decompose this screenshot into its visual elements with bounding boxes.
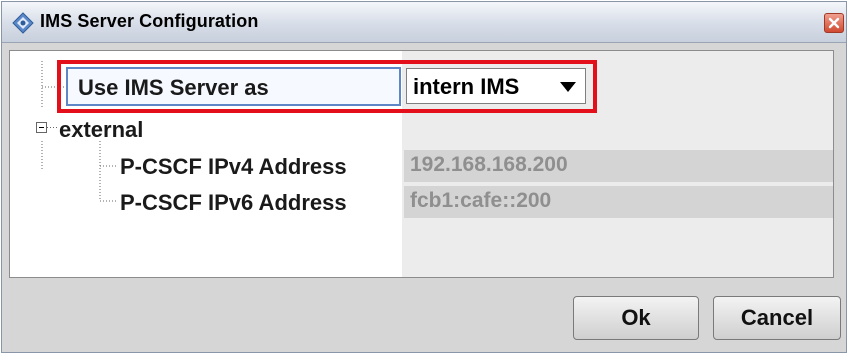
close-button[interactable] — [824, 13, 844, 33]
pcscf-ipv6-field: fcb1:cafe::200 — [404, 186, 833, 218]
cancel-button[interactable]: Cancel — [713, 296, 841, 340]
pcscf-ipv6-value: fcb1:cafe::200 — [410, 189, 552, 212]
pcscf-ipv4-label: P-CSCF IPv4 Address — [120, 154, 347, 179]
ok-button[interactable]: Ok — [573, 296, 699, 340]
pcscf-ipv6-label: P-CSCF IPv6 Address — [120, 190, 347, 215]
pcscf-ipv4-field: 192.168.168.200 — [404, 150, 833, 182]
external-node-label[interactable]: external — [59, 117, 143, 143]
annotation-highlight — [57, 60, 597, 113]
close-icon — [828, 17, 840, 29]
minus-box-icon[interactable] — [36, 122, 47, 133]
window-title: IMS Server Configuration — [40, 11, 259, 31]
title-bar[interactable]: IMS Server Configuration — [2, 2, 846, 43]
pcscf-ipv4-value: 192.168.168.200 — [410, 153, 568, 176]
diamond-app-icon — [12, 12, 34, 34]
